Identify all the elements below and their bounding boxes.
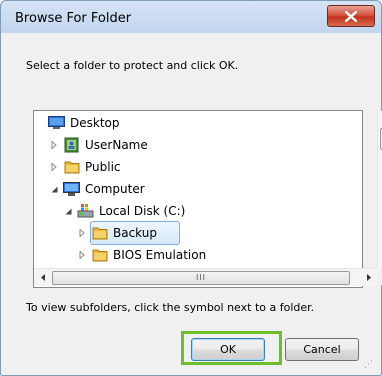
scroll-down-arrow-icon[interactable] <box>378 251 382 268</box>
folder-tree[interactable]: Desktop UserName Public Computer Local D… <box>33 110 382 288</box>
tree-item-desktop[interactable]: Desktop <box>48 112 120 134</box>
expand-arrow-icon[interactable] <box>48 139 60 151</box>
instruction-text: Select a folder to protect and click OK. <box>26 59 239 72</box>
ok-button[interactable]: OK <box>191 338 265 361</box>
drive-icon <box>77 203 94 219</box>
tree-item-label: Backup <box>113 226 157 240</box>
horizontal-scroll-thumb[interactable]: III <box>52 271 350 285</box>
tree-item-label: Desktop <box>70 116 120 130</box>
tree-item-label: BIOS Emulation <box>113 248 207 262</box>
tree-item-backup[interactable]: Backup <box>76 222 157 244</box>
resize-grip-icon[interactable]: ⋰ <box>364 360 373 370</box>
tree-item-public[interactable]: Public <box>48 156 121 178</box>
computer-icon <box>63 181 80 197</box>
scroll-grip: III <box>195 273 207 282</box>
folder-icon <box>91 247 108 263</box>
horizontal-scrollbar[interactable]: III <box>34 268 377 286</box>
user-folder-icon <box>63 137 80 153</box>
folder-icon <box>63 159 80 175</box>
hint-text: To view subfolders, click the symbol nex… <box>26 301 315 314</box>
window-title: Browse For Folder <box>15 11 132 26</box>
tree-item-label: Public <box>85 160 121 174</box>
tree-item-label: Computer <box>85 182 145 196</box>
title-bar[interactable]: Browse For Folder <box>1 1 381 35</box>
scroll-up-arrow-icon[interactable] <box>378 111 382 128</box>
collapse-arrow-icon[interactable] <box>48 183 60 195</box>
vertical-scrollbar[interactable] <box>377 111 382 268</box>
expand-arrow-icon[interactable] <box>76 227 88 239</box>
tree-item-username[interactable]: UserName <box>48 134 148 156</box>
tree-item-bios-emulation[interactable]: BIOS Emulation <box>76 244 206 266</box>
desktop-icon <box>48 115 65 131</box>
tree-item-label: Local Disk (C:) <box>99 204 186 218</box>
expand-arrow-icon[interactable] <box>76 249 88 261</box>
scroll-corner <box>377 268 382 285</box>
tree-item-computer[interactable]: Computer <box>48 178 145 200</box>
folder-icon <box>91 225 108 241</box>
scroll-left-arrow-icon[interactable] <box>34 269 51 286</box>
collapse-arrow-icon[interactable] <box>62 205 74 217</box>
close-icon <box>345 10 357 22</box>
tree-item-local-disk[interactable]: Local Disk (C:) <box>62 200 185 222</box>
close-button[interactable] <box>327 5 375 27</box>
expand-arrow-icon[interactable] <box>48 161 60 173</box>
cancel-button[interactable]: Cancel <box>285 338 359 361</box>
scroll-right-arrow-icon[interactable] <box>360 269 377 286</box>
tree-item-label: UserName <box>85 138 148 152</box>
